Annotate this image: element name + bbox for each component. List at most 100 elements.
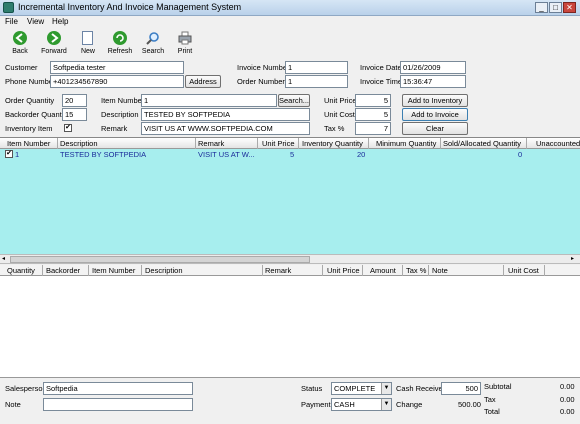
window-title: Incremental Inventory And Invoice Manage… [18,2,242,12]
chevron-down-icon[interactable]: ▼ [381,383,391,394]
inventory-grid: Item Number Description Remark Unit Pric… [0,137,580,255]
order-number-field[interactable]: 1 [285,75,348,88]
tax-percent-label: Tax % [324,124,345,133]
cash-received-field[interactable]: 500 [441,382,481,395]
address-button[interactable]: Address [185,75,221,88]
maximize-button[interactable]: □ [549,2,562,13]
col-remark[interactable]: Remark [265,266,291,275]
payment-label: Payment [301,400,331,409]
backorder-quantity-field[interactable]: 15 [62,108,87,121]
invoice-number-field[interactable]: 1 [285,61,348,74]
col-minimum-quantity[interactable]: Minimum Quantity [376,139,436,148]
back-arrow-icon [13,31,27,45]
cell-unit-price: 5 [290,150,295,159]
col-remark[interactable]: Remark [198,139,224,148]
inventory-item-checkbox[interactable]: ✔ [64,124,72,132]
order-quantity-label: Order Quantity [5,96,55,105]
description-field[interactable]: TESTED BY SOFTPEDIA [141,108,310,121]
col-item-number[interactable]: Item Number [92,266,135,275]
refresh-icon [113,31,127,45]
refresh-button[interactable]: Refresh [104,28,136,60]
invoice-lines-grid: Quantity Backorder Item Number Descripti… [0,265,580,378]
scrollbar-thumb[interactable] [10,256,310,263]
note-field[interactable] [43,398,193,411]
title-bar: Incremental Inventory And Invoice Manage… [0,0,580,16]
col-backorder[interactable]: Backorder [46,266,80,275]
status-label: Status [301,384,323,393]
phone-label: Phone Number [5,77,56,86]
item-search-button[interactable]: Search... [278,94,310,107]
note-label: Note [5,400,21,409]
search-toolbar-button[interactable]: Search [137,28,169,60]
col-inventory-quantity[interactable]: Inventory Quantity [302,139,363,148]
payment-select[interactable]: CASH ▼ [331,398,392,411]
col-unit-cost[interactable]: Unit Cost [508,266,539,275]
unit-cost-label: Unit Cost [324,110,355,119]
invoice-date-field[interactable]: 01/26/2009 [400,61,466,74]
toolbar: Back Forward New Refresh Search Print [0,28,580,60]
tax-percent-field[interactable]: 7 [355,122,391,135]
order-quantity-field[interactable]: 20 [62,94,87,107]
new-button[interactable]: New [72,28,104,60]
col-sold-allocated-quantity[interactable]: Sold/Allocated Quantity [443,139,521,148]
col-tax-percent[interactable]: Tax % [406,266,426,275]
printer-icon [178,31,192,45]
cell-description: TESTED BY SOFTPEDIA [60,150,147,159]
menu-bar: File View Help [0,16,580,28]
app-icon [3,2,14,13]
unit-price-field[interactable]: 5 [355,94,391,107]
add-to-inventory-button[interactable]: Add to Inventory [402,94,468,107]
col-unaccounted[interactable]: Unaccounted [536,139,580,148]
menu-file[interactable]: File [5,17,18,26]
salesperson-field[interactable]: Softpedia [43,382,193,395]
print-button[interactable]: Print [169,28,201,60]
col-note[interactable]: Note [432,266,448,275]
clear-button[interactable]: Clear [402,122,468,135]
close-button[interactable]: ✕ [563,2,576,13]
minimize-button[interactable]: _ [535,2,548,13]
item-number-field[interactable]: 1 [141,94,277,107]
unit-cost-field[interactable]: 5 [355,108,391,121]
menu-view[interactable]: View [27,17,44,26]
subtotal-value: 0.00 [560,382,575,391]
change-label: Change [396,400,423,409]
invoice-number-label: Invoice Number [237,63,290,72]
col-quantity[interactable]: Quantity [7,266,35,275]
forward-arrow-icon [47,31,61,45]
tax-total-value: 0.00 [560,395,575,404]
item-number-label: Item Number [101,96,145,105]
remark-field[interactable]: VISIT US AT WWW.SOFTPEDIA.COM [141,122,310,135]
invoice-date-label: Invoice Date [360,63,402,72]
phone-field[interactable]: +401234567890 [50,75,184,88]
customer-label: Customer [5,63,38,72]
inventory-grid-header: Item Number Description Remark Unit Pric… [0,138,580,149]
cell-inventory-quantity: 20 [357,150,366,159]
customer-field[interactable]: Softpedia tester [50,61,184,74]
table-row[interactable]: ✔ 1 TESTED BY SOFTPEDIA VISIT US AT W...… [0,149,580,160]
scroll-right-icon[interactable]: ▸ [571,256,577,263]
col-unit-price[interactable]: Unit Price [262,139,295,148]
scroll-left-icon[interactable]: ◂ [2,256,8,263]
status-select[interactable]: COMPLETE ▼ [331,382,392,395]
col-description[interactable]: Description [145,266,183,275]
inventory-horizontal-scrollbar[interactable]: ◂ ▸ [0,254,580,264]
col-unit-price[interactable]: Unit Price [327,266,360,275]
new-document-icon [82,31,93,45]
menu-help[interactable]: Help [52,17,68,26]
subtotal-label: Subtotal [484,382,512,391]
cell-item-number: 1 [15,150,20,159]
add-to-invoice-button[interactable]: Add to Invoice [402,108,468,121]
cell-remark: VISIT US AT W... [198,150,255,159]
forward-button[interactable]: Forward [38,28,70,60]
row-checkbox[interactable]: ✔ [5,150,13,158]
chevron-down-icon[interactable]: ▼ [381,399,391,410]
invoice-time-label: Invoice Time [360,77,403,86]
invoice-time-field[interactable]: 15:36:47 [400,75,466,88]
order-number-label: Order Number [237,77,285,86]
col-description[interactable]: Description [60,139,98,148]
col-item-number[interactable]: Item Number [7,139,50,148]
col-amount[interactable]: Amount [370,266,396,275]
change-value: 500.00 [458,400,481,409]
unit-price-label: Unit Price [324,96,357,105]
back-button[interactable]: Back [4,28,36,60]
